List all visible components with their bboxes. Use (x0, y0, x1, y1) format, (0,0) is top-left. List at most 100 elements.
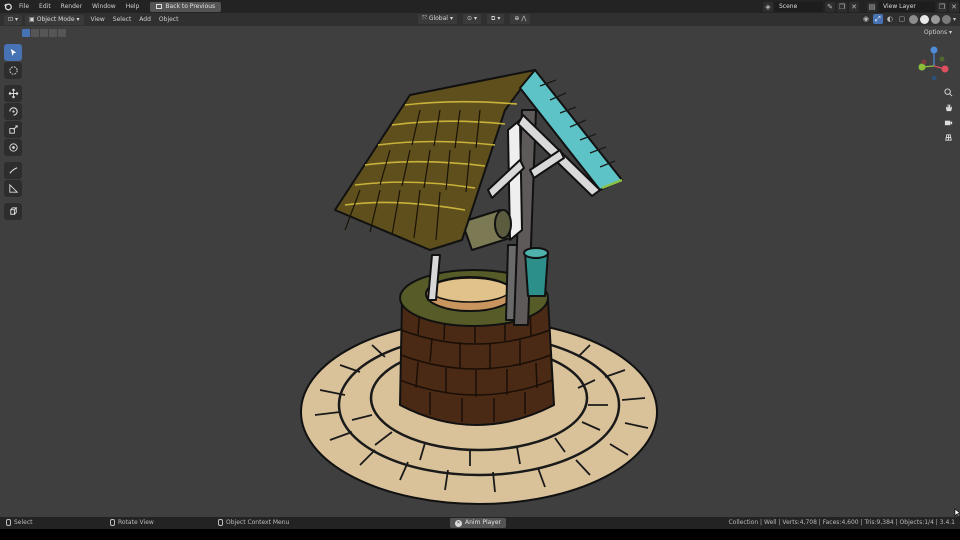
navigation-gizmo[interactable] (914, 44, 954, 84)
scale-tool[interactable] (4, 121, 22, 138)
menu-view[interactable]: View (87, 13, 109, 26)
status-select-label: Select (14, 519, 33, 526)
status-rotate-hint: Rotate View (110, 519, 154, 526)
delete-view-layer-icon[interactable]: ✕ (949, 1, 959, 12)
status-bar: Select Rotate View Object Context Menu ✕… (0, 517, 960, 529)
delete-scene-icon[interactable]: ✕ (849, 1, 859, 12)
pivot-icon: ⊙ (466, 15, 472, 22)
anim-player-button[interactable]: ✕ Anim Player (450, 518, 506, 528)
cursor-tool[interactable] (4, 62, 22, 79)
gizmo-y-axis[interactable] (918, 63, 926, 71)
back-to-previous-label: Back to Previous (165, 2, 216, 10)
viewport-navigation (942, 86, 955, 144)
editor-type-icon: ⊡ (8, 15, 14, 23)
gizmo-z-axis[interactable] (930, 46, 938, 54)
rendered-shading-icon[interactable] (941, 14, 951, 24)
status-context-hint: Object Context Menu (218, 519, 289, 526)
top-menu-bar: File Edit Render Window Help Back to Pre… (0, 0, 960, 13)
blender-logo-icon[interactable] (0, 0, 14, 13)
material-shading-icon[interactable] (930, 14, 940, 24)
menu-help[interactable]: Help (121, 0, 145, 13)
scene-icon[interactable]: ◈ (763, 1, 773, 12)
menu-file[interactable]: File (14, 0, 34, 13)
options-dropdown[interactable]: Options ▾ (920, 28, 956, 37)
menu-select[interactable]: Select (109, 13, 136, 26)
screen-bottom-edge (0, 529, 960, 540)
orientation-dropdown[interactable]: ⤧ Global ▾ (418, 14, 457, 24)
falloff-icon: ⋀ (521, 15, 527, 22)
mouse-middle-icon (110, 519, 115, 526)
perspective-grid-icon[interactable] (942, 131, 955, 144)
cursor-3d-icon (8, 66, 18, 75)
chevron-down-icon[interactable]: ▾ (953, 16, 956, 23)
tool-settings-bar: Options ▾ (0, 26, 960, 39)
move-tool[interactable] (4, 85, 22, 102)
viewport-display-controls: ◉ ⤢ ◐ ▢ ▾ (860, 14, 956, 24)
gizmo-x-axis[interactable] (941, 65, 949, 73)
scene-selector: ◈ Scene ✎ ❐ ✕ ▤ View Layer ❐ ✕ (763, 1, 959, 12)
move-arrows-icon (8, 88, 18, 99)
select-mode-extend-icon[interactable] (31, 28, 39, 37)
chevron-down-icon: ▾ (497, 15, 501, 22)
snap-icon: ⧉ (491, 15, 496, 22)
status-select-hint: Select (6, 519, 33, 526)
snap-dropdown[interactable]: ⧉ ▾ (487, 14, 505, 24)
visibility-icon[interactable]: ◉ (860, 14, 871, 24)
object-mode-icon: ▣ (29, 15, 35, 23)
left-toolbar (4, 44, 22, 220)
scale-icon (8, 125, 18, 134)
add-cube-tool[interactable] (4, 203, 22, 220)
chevron-down-icon: ▾ (76, 15, 80, 23)
rotate-tool[interactable] (4, 103, 22, 120)
new-scene-icon[interactable]: ❐ (837, 1, 847, 12)
select-mode-new-icon[interactable] (22, 28, 30, 37)
status-context-label: Object Context Menu (226, 519, 290, 526)
select-mode-subtract-icon[interactable] (40, 28, 48, 37)
menu-object[interactable]: Object (155, 13, 183, 26)
annotate-tool[interactable] (4, 162, 22, 179)
editor-type-button[interactable]: ⊡ ▾ (4, 14, 23, 25)
pan-hand-icon[interactable] (942, 101, 955, 114)
solid-shading-icon[interactable] (919, 14, 929, 24)
mouse-right-icon (218, 519, 223, 526)
overlay-toggle-icon[interactable]: ◐ (884, 14, 895, 24)
menu-window[interactable]: Window (87, 0, 121, 13)
view-layer-icon[interactable]: ▤ (867, 1, 877, 12)
wireframe-shading-icon[interactable] (908, 14, 918, 24)
mode-label: Object Mode (36, 15, 75, 23)
wishing-well-model (300, 69, 658, 505)
menu-render[interactable]: Render (56, 0, 87, 13)
measure-tool[interactable] (4, 180, 22, 197)
proportional-edit-button[interactable]: ⊕ ⋀ (510, 14, 531, 24)
transform-tool[interactable] (4, 139, 22, 156)
gizmo-neg-z[interactable] (931, 75, 937, 81)
cancel-icon: ✕ (455, 519, 462, 527)
scene-statistics: Collection | Well | Verts:4,708 | Faces:… (728, 519, 955, 526)
view-layer-field[interactable]: View Layer (879, 1, 935, 12)
back-to-previous-button[interactable]: Back to Previous (150, 1, 222, 12)
chevron-down-icon: ▾ (15, 15, 19, 23)
menu-edit[interactable]: Edit (34, 0, 56, 13)
options-label: Options (923, 29, 948, 36)
zoom-icon[interactable] (942, 86, 955, 99)
new-view-layer-icon[interactable]: ❐ (937, 1, 947, 12)
select-mode-intersect-icon[interactable] (58, 28, 66, 37)
pin-icon[interactable]: ✎ (825, 1, 835, 12)
mouse-left-icon (6, 519, 11, 526)
camera-view-icon[interactable] (942, 116, 955, 129)
gizmo-toggle-icon[interactable]: ⤢ (872, 14, 883, 24)
select-mode-invert-icon[interactable] (49, 28, 57, 37)
mode-dropdown[interactable]: ▣ Object Mode ▾ (25, 14, 84, 25)
gizmo-neg-y[interactable] (939, 56, 945, 62)
gizmo-neg-x[interactable] (921, 59, 927, 65)
menu-add[interactable]: Add (135, 13, 155, 26)
select-cursor-icon (10, 48, 16, 57)
viewport-scene[interactable] (0, 0, 960, 540)
select-box-tool[interactable] (4, 44, 22, 61)
xray-toggle-icon[interactable]: ▢ (896, 14, 907, 24)
viewport-header: ⊡ ▾ ▣ Object Mode ▾ View Select Add Objec… (0, 13, 960, 26)
scene-name-field[interactable]: Scene (775, 1, 823, 12)
pivot-dropdown[interactable]: ⊙ ▾ (462, 14, 482, 24)
proportional-edit-icon: ⊕ (514, 15, 520, 22)
mouse-pointer-icon (954, 508, 960, 517)
